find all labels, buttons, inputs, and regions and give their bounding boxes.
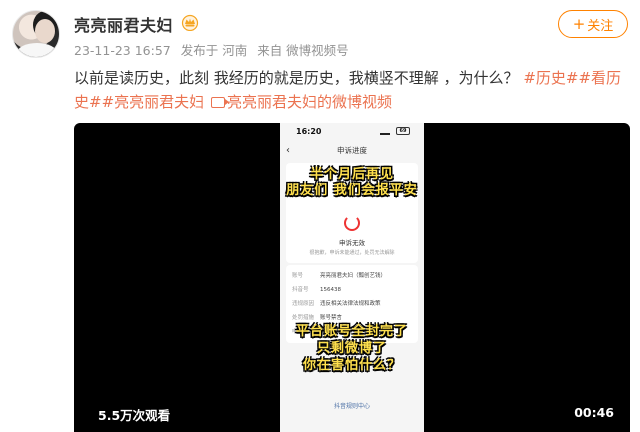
appeal-status-subtitle: 很抱歉，申诉未能通过，处罚无法解除 [309,250,395,256]
avatar-figure [35,19,55,43]
video-link-icon [210,97,229,108]
detail-row: 抖音号 156438 [292,287,341,293]
caption-line: 朋友们 我们会报平安 [286,183,418,198]
caption-line: 平台账号全封完了 [295,324,408,339]
caption-line: 你在害怕什么？ [302,358,401,373]
post-source[interactable]: 来自 微博视频号 [257,43,348,58]
author-avatar[interactable] [12,10,60,58]
battery-icon: 69 [396,127,410,135]
view-count: 5.5万次观看 [98,408,171,423]
post-location: 发布于 河南 [180,43,248,58]
video-player[interactable]: 16:20 69 ‹ 申诉进度 申诉无效 很抱歉，申诉未能通过，处罚无法解除 账… [74,123,630,432]
phone-nav-bar: ‹ 申诉进度 [280,141,424,161]
follow-button[interactable]: + 关注 [558,10,628,38]
phone-footer-link: 抖音规则中心 [333,403,370,410]
plus-icon: + [572,14,586,33]
detail-row: 违规原因 违反相关法律法规和政策 [292,301,381,307]
phone-time: 16:20 [296,127,322,136]
post-header: 亮亮丽君夫妇 23-11-23 16:57 发布于 河南 来自 微博视频号 + … [0,0,640,64]
follow-label: 关注 [587,18,614,34]
back-icon: ‹ [286,145,290,156]
hashtag-history[interactable]: #历史# [523,69,578,87]
vip-crown-icon[interactable] [180,13,200,31]
post-body: 以前是读历史，此刻 我经历的就是历史，我横竖不理解 ，为什么？ #历史##看历史… [74,66,634,114]
detail-row: 账号 亮亮丽君夫妇（瓢创艺钱） [292,273,387,279]
signal-icon [380,128,390,135]
caption-line: 半个月后再见 [309,167,394,182]
post-time[interactable]: 23-11-23 16:57 [74,43,171,58]
caption-line: 只剩微博了 [316,341,387,356]
post-text: 以前是读历史，此刻 我经历的就是历史，我横竖不理解 ，为什么？ [74,69,524,87]
video-caption-bottom: 平台账号全封完了 只剩微博了 你在害怕什么？ [264,323,440,374]
phone-status-bar: 16:20 69 [280,123,424,141]
phone-nav-title: 申诉进度 [337,146,367,155]
status-spinner-icon [344,215,360,231]
post-meta: 23-11-23 16:57 发布于 河南 来自 微博视频号 [74,40,355,59]
author-name[interactable]: 亮亮丽君夫妇 [74,12,173,36]
avatar-dress [17,43,57,57]
video-caption-top: 半个月后再见 朋友们 我们会报平安 [270,167,434,199]
hashtag-author[interactable]: #亮亮丽君夫妇 [102,93,205,111]
video-link-text: 亮亮丽君夫妇的微博视频 [226,93,392,111]
video-duration: 00:46 [574,405,614,420]
appeal-status-title: 申诉无效 [339,239,365,247]
video-link[interactable]: 亮亮丽君夫妇的微博视频 [209,93,392,111]
